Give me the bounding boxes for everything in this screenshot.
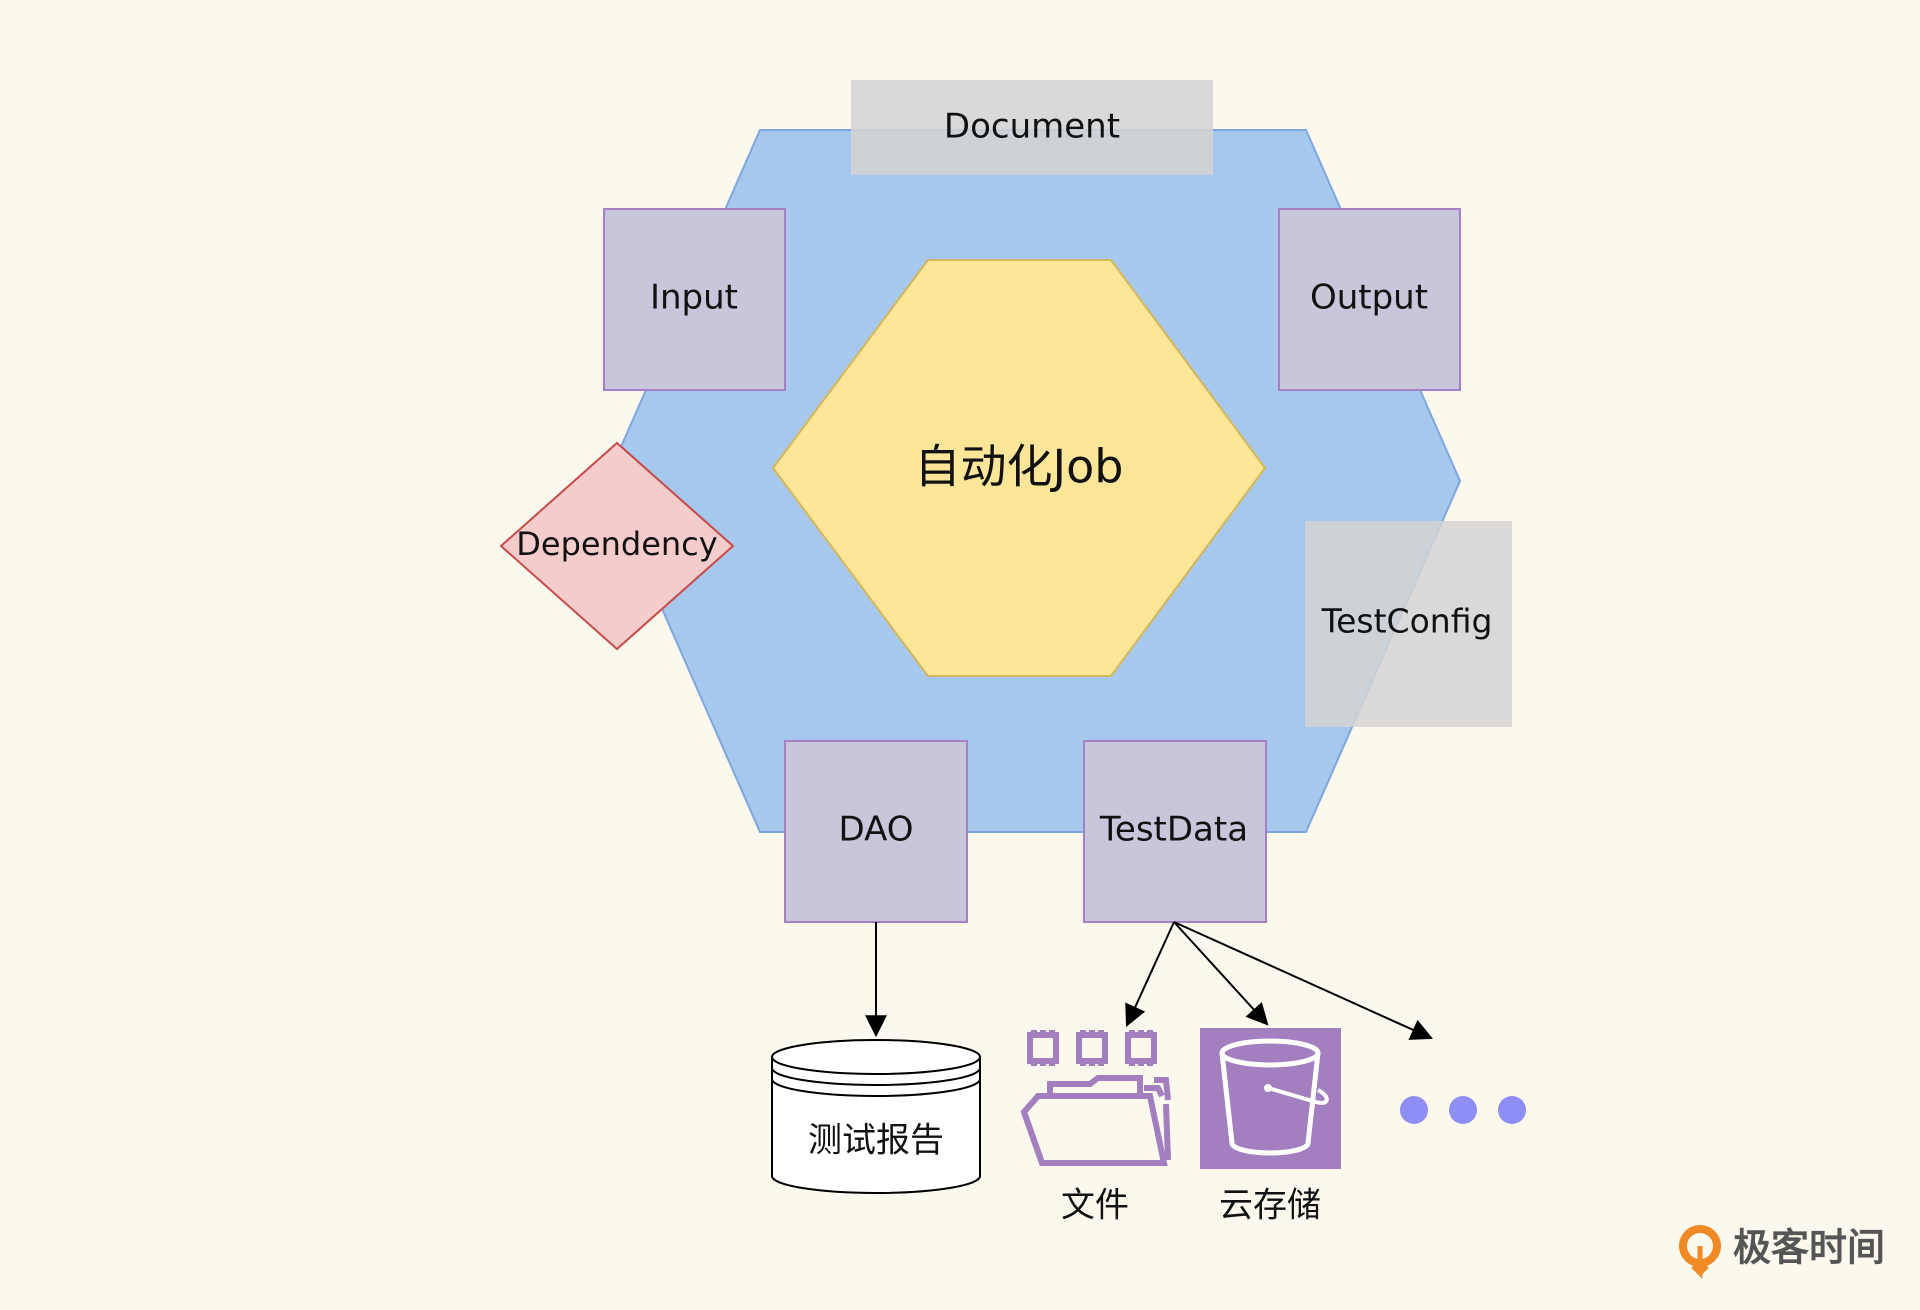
brand-logo-icon	[1679, 1225, 1721, 1280]
database-icon	[771, 1039, 981, 1194]
hexagonal-architecture-diagram: 自动化Job Document Input Output Dependency …	[499, 80, 1885, 1280]
test-config-label: TestConfig	[1321, 602, 1493, 641]
cloud-storage-label: 云存储	[1219, 1186, 1321, 1226]
dependency-label: Dependency	[516, 525, 717, 563]
test-data-to-file-arrow	[1125, 921, 1175, 1028]
output-label: Output	[1310, 278, 1428, 318]
core-label: 自动化Job	[915, 440, 1124, 494]
document-label: Document	[944, 107, 1120, 147]
input-label: Input	[650, 278, 738, 318]
file-label: 文件	[1061, 1186, 1129, 1226]
test-data-to-more-arrow	[1173, 921, 1434, 1040]
brand-name: 极客时间	[1733, 1226, 1885, 1270]
test-data-label: TestData	[1099, 810, 1248, 850]
report-label: 测试报告	[808, 1121, 944, 1161]
file-icon	[1020, 1030, 1171, 1166]
test-data-to-cloud-arrow	[1173, 921, 1269, 1026]
dao-label: DAO	[838, 810, 913, 850]
more-dots-icon	[1400, 1096, 1526, 1124]
cloud-storage-icon	[1200, 1028, 1341, 1169]
